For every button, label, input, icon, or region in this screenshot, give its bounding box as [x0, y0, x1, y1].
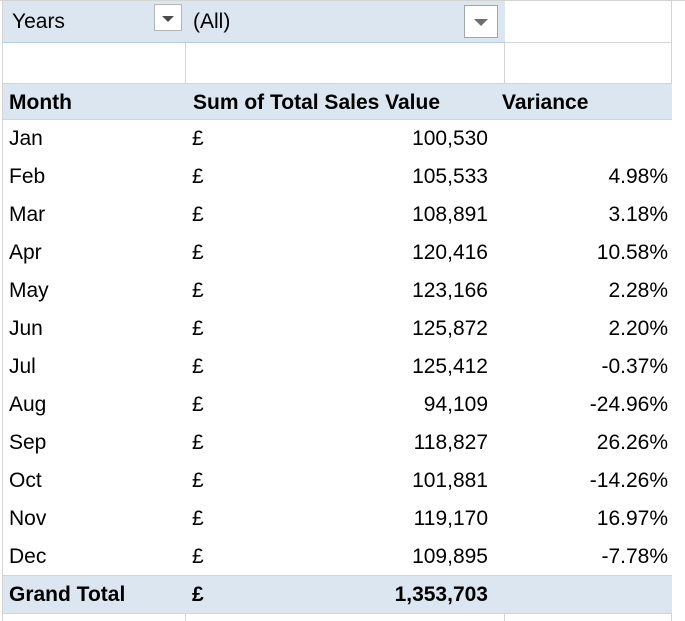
- chevron-down-icon: [474, 18, 488, 26]
- column-header-month: Month: [9, 91, 72, 114]
- column-header-row: Month Sum of Total Sales Value Variance: [3, 84, 672, 120]
- grand-total-value: 1,353,703: [394, 583, 488, 606]
- table-row[interactable]: Apr £120,416 10.58%: [3, 234, 672, 272]
- chevron-down-icon: [162, 15, 174, 22]
- filter-selected-value: (All): [193, 10, 231, 33]
- gridline-below-filter-row: [2, 42, 505, 43]
- cell-month: Dec: [9, 545, 47, 568]
- cell-month: Jul: [9, 355, 36, 378]
- cell-currency-symbol: £: [192, 393, 204, 416]
- gridline-left-edge: [2, 1, 3, 621]
- cell-variance: 4.98%: [608, 165, 668, 188]
- table-row[interactable]: Mar £108,891 3.18%: [3, 196, 672, 234]
- gridline-below-header: [2, 119, 672, 120]
- cell-sales-value: 125,412: [412, 355, 488, 378]
- cell-currency-symbol: £: [192, 317, 204, 340]
- cell-variance: 3.18%: [608, 203, 668, 226]
- table-row[interactable]: Sep £118,827 26.26%: [3, 424, 672, 462]
- grand-total-row: Grand Total £ 1,353,703: [3, 576, 672, 614]
- table-row[interactable]: Aug £94,109 -24.96%: [3, 386, 672, 424]
- column-header-variance: Variance: [502, 91, 589, 114]
- cell-variance: -24.96%: [589, 393, 668, 416]
- cell-currency-symbol: £: [192, 241, 204, 264]
- table-row[interactable]: May £123,166 2.28%: [3, 272, 672, 310]
- cell-sales-value: 100,530: [412, 127, 488, 150]
- grand-total-label: Grand Total: [9, 583, 126, 606]
- column-header-sum-of-total-sales-value: Sum of Total Sales Value: [193, 91, 441, 114]
- cell-currency-symbol: £: [192, 127, 204, 150]
- years-filter-dropdown-button[interactable]: [464, 5, 498, 38]
- spacer-row: [3, 44, 672, 83]
- cell-sales-value: 94,109: [423, 393, 488, 416]
- cell-month: Apr: [9, 241, 42, 264]
- pivot-data-rows: Jan £100,530 Feb £105,533 4.98% Mar £108,891 3.…: [3, 120, 672, 576]
- cell-month: Jan: [9, 127, 43, 150]
- cell-currency-symbol: £: [192, 279, 204, 302]
- cell-variance: 16.97%: [596, 507, 668, 530]
- table-row[interactable]: Jul £125,412 -0.37%: [3, 348, 672, 386]
- grand-total-currency-symbol: £: [192, 583, 204, 606]
- cell-sales-value: 105,533: [412, 165, 488, 188]
- pivot-table-sheet: Years (All) Month Sum of Total Sales Val…: [0, 0, 685, 621]
- cell-currency-symbol: £: [192, 165, 204, 188]
- table-row[interactable]: Oct £101,881 -14.26%: [3, 462, 672, 500]
- cell-sales-value: 109,895: [412, 545, 488, 568]
- cell-sales-value: 119,170: [413, 507, 488, 530]
- cell-variance: -7.78%: [601, 545, 668, 568]
- cell-sales-value: 108,891: [412, 203, 488, 226]
- table-row[interactable]: Dec £109,895 -7.78%: [3, 538, 672, 576]
- sheet-bottom-strip: [0, 614, 685, 621]
- cell-sales-value: 118,827: [413, 431, 488, 454]
- cell-currency-symbol: £: [192, 355, 204, 378]
- cell-currency-symbol: £: [192, 545, 204, 568]
- cell-currency-symbol: £: [192, 203, 204, 226]
- cell-variance: 2.28%: [608, 279, 668, 302]
- cell-variance: -0.37%: [601, 355, 668, 378]
- gridline-col-b-bottom: [185, 614, 186, 621]
- cell-month: Mar: [9, 203, 46, 226]
- table-row[interactable]: Jun £125,872 2.20%: [3, 310, 672, 348]
- gridline-above-header: [2, 83, 672, 84]
- table-row[interactable]: Nov £119,170 16.97%: [3, 500, 672, 538]
- cell-sales-value: 123,166: [412, 279, 488, 302]
- cell-sales-value: 120,416: [412, 241, 488, 264]
- table-row[interactable]: Jan £100,530: [3, 120, 672, 158]
- cell-variance: 2.20%: [608, 317, 668, 340]
- gridline-below-row1-right: [505, 42, 672, 43]
- filter-field-label: Years: [12, 10, 65, 33]
- cell-month: Oct: [9, 469, 42, 492]
- gridline-below-grand-total: [2, 613, 672, 614]
- gridline-col-d-blankrow: [671, 43, 672, 84]
- gridline-col-b-blankrow: [185, 43, 186, 84]
- cell-month: Nov: [9, 507, 47, 530]
- table-row[interactable]: Feb £105,533 4.98%: [3, 158, 672, 196]
- report-filter-row: Years (All): [3, 1, 505, 42]
- month-filter-dropdown-button[interactable]: [154, 4, 182, 31]
- cell-month: Feb: [9, 165, 46, 188]
- cell-currency-symbol: £: [192, 469, 204, 492]
- cell-month: Sep: [9, 431, 47, 454]
- cell-variance: 26.26%: [596, 431, 668, 454]
- gridline-col-d-bottom: [671, 614, 672, 621]
- gridline-col-d-row1: [671, 1, 672, 43]
- cell-sales-value: 125,872: [412, 317, 488, 340]
- cell-variance: 10.58%: [596, 241, 668, 264]
- gridline-above-grand-total: [2, 575, 672, 576]
- cell-month: Aug: [9, 393, 47, 416]
- row1-empty-cell[interactable]: [506, 1, 672, 42]
- cell-sales-value: 101,881: [412, 469, 488, 492]
- gridline-col-c-bottom: [504, 614, 505, 621]
- cell-currency-symbol: £: [192, 507, 204, 530]
- cell-variance: -14.26%: [589, 469, 668, 492]
- cell-month: May: [9, 279, 49, 302]
- gridline-col-c-blankrow: [504, 43, 505, 84]
- cell-currency-symbol: £: [192, 431, 204, 454]
- cell-month: Jun: [9, 317, 43, 340]
